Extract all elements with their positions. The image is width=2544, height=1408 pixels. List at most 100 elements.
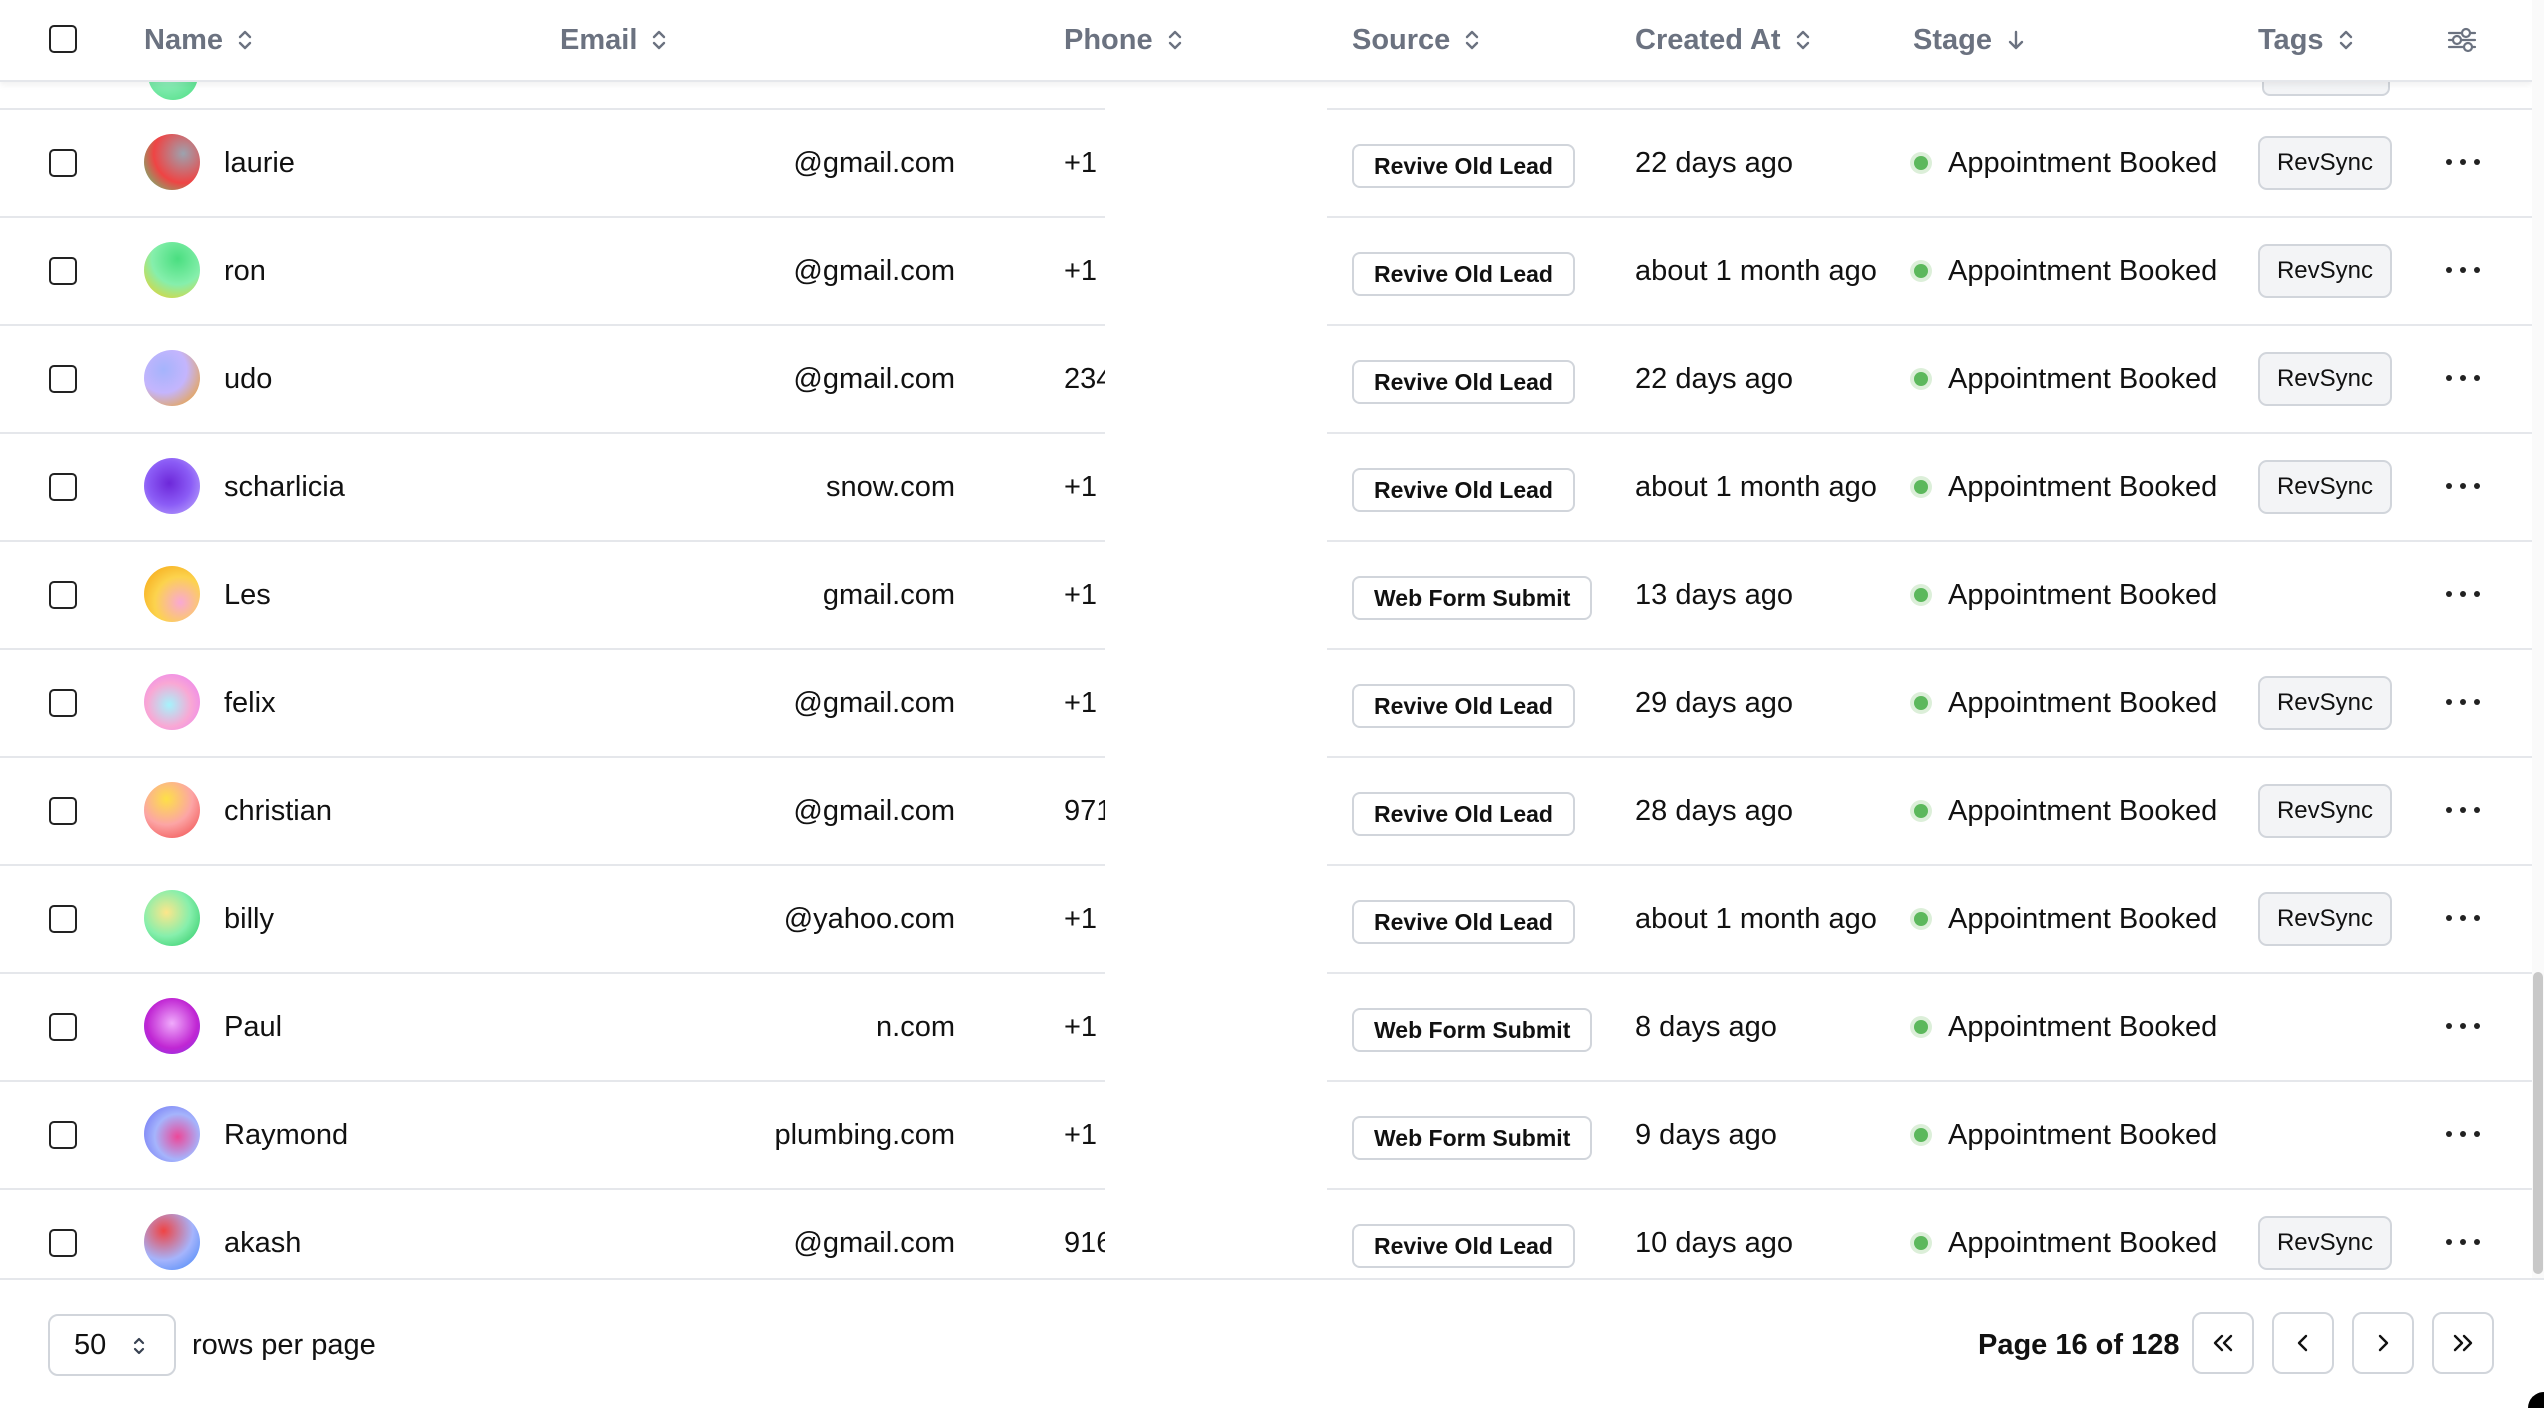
contact-name[interactable]: christian (224, 758, 332, 864)
contact-name[interactable]: akash (224, 1190, 301, 1278)
table-header: Name Email Phone Source Created At Stage… (0, 0, 2532, 82)
row-checkbox[interactable] (49, 1229, 77, 1257)
row-actions-button[interactable] (2446, 690, 2480, 714)
row-checkbox[interactable] (49, 1013, 77, 1041)
rows-per-page-select[interactable]: 50 (48, 1314, 176, 1376)
column-settings-button[interactable] (2446, 0, 2478, 80)
source-badge: Revive Old Lead (1352, 252, 1575, 296)
contact-phone: +1 (1064, 902, 1098, 935)
source-badge: Web Form Submit (1352, 1008, 1593, 1052)
previous-page-button[interactable] (2272, 1312, 2334, 1374)
last-page-button[interactable] (2432, 1312, 2494, 1374)
column-header-source[interactable]: Source (1352, 0, 1480, 80)
scrollbar-thumb[interactable] (2533, 972, 2543, 1274)
row-checkbox[interactable] (49, 149, 77, 177)
tag-badge: RevSync (2258, 784, 2392, 838)
contacts-table: Name Email Phone Source Created At Stage… (0, 0, 2532, 1278)
column-header-created-at-label: Created At (1635, 23, 1781, 56)
row-actions-button[interactable] (2446, 366, 2480, 390)
column-header-email-label: Email (560, 23, 638, 56)
avatar (144, 1106, 200, 1162)
row-actions-button[interactable] (2446, 474, 2480, 498)
row-actions-button[interactable] (2446, 1230, 2480, 1254)
stage-status-dot (1914, 480, 1928, 494)
avatar (144, 890, 200, 946)
chevrons-right-icon (2453, 1334, 2473, 1352)
contact-name[interactable]: Raymond (224, 1082, 348, 1188)
more-dot-icon (2446, 807, 2452, 813)
column-header-email[interactable]: Email (560, 0, 667, 80)
column-header-phone[interactable]: Phone (1064, 0, 1183, 80)
more-dot-icon (2474, 375, 2480, 381)
more-dot-icon (2460, 591, 2466, 597)
stage-status-dot (1914, 1128, 1928, 1142)
select-all-checkbox[interactable] (49, 25, 77, 53)
contact-name[interactable]: ron (224, 218, 266, 324)
row-checkbox[interactable] (49, 1121, 77, 1149)
row-checkbox[interactable] (49, 905, 77, 933)
row-actions-button[interactable] (2446, 798, 2480, 822)
contact-email: n.com (876, 1010, 955, 1043)
source-badge: Web Form Submit (1352, 576, 1593, 620)
source-badge: Revive Old Lead (1352, 144, 1575, 188)
more-dot-icon (2460, 159, 2466, 165)
column-header-stage[interactable]: Stage (1913, 0, 2026, 80)
row-actions-button[interactable] (2446, 582, 2480, 606)
more-dot-icon (2474, 267, 2480, 273)
contact-phone: 916 (1064, 1226, 1106, 1259)
row-actions-button[interactable] (2446, 1014, 2480, 1038)
contact-email: gmail.com (822, 578, 955, 611)
contact-email: plumbing.com (774, 1118, 955, 1151)
contact-email: @gmail.com (793, 794, 955, 827)
chevrons-left-icon (2213, 1334, 2233, 1352)
row-checkbox[interactable] (49, 581, 77, 609)
row-checkbox[interactable] (49, 257, 77, 285)
pagination-footer: 50 rows per page Page 16 of 128 (0, 1278, 2544, 1408)
contact-phone: +1 (1064, 146, 1098, 179)
row-checkbox[interactable] (49, 797, 77, 825)
column-header-created-at[interactable]: Created At (1635, 0, 1811, 80)
avatar (144, 1214, 200, 1270)
row-actions-button[interactable] (2446, 906, 2480, 930)
contact-name[interactable]: felix (224, 650, 276, 756)
chevron-right-icon (2378, 1334, 2389, 1352)
tag-badge: RevSync (2258, 1216, 2392, 1270)
row-actions-button[interactable] (2446, 150, 2480, 174)
created-at: 22 days ago (1635, 362, 1794, 395)
column-header-tags[interactable]: Tags (2258, 0, 2354, 80)
contact-name[interactable]: udo (224, 326, 272, 432)
first-page-button[interactable] (2192, 1312, 2254, 1374)
more-dot-icon (2446, 1023, 2452, 1029)
sort-descending-icon (2008, 30, 2024, 50)
column-header-name[interactable]: Name (144, 0, 253, 80)
row-actions-button[interactable] (2446, 1122, 2480, 1146)
column-gap (1105, 80, 1327, 1276)
row-actions-button[interactable] (2446, 258, 2480, 282)
source-badge: Revive Old Lead (1352, 900, 1575, 944)
next-page-button[interactable] (2352, 1312, 2414, 1374)
row-checkbox[interactable] (49, 689, 77, 717)
stage-label: Appointment Booked (1948, 1226, 2218, 1259)
stage-status-dot (1914, 156, 1928, 170)
stage-label: Appointment Booked (1948, 686, 2218, 719)
contact-email: @gmail.com (793, 146, 955, 179)
contact-phone: +1 (1064, 1010, 1098, 1043)
chevron-up-down-icon (133, 1337, 145, 1355)
stage-label: Appointment Booked (1948, 1118, 2218, 1151)
contact-name[interactable]: billy (224, 866, 274, 972)
contact-name[interactable]: laurie (224, 110, 295, 216)
row-checkbox[interactable] (49, 473, 77, 501)
created-at: 8 days ago (1635, 1010, 1777, 1043)
page-indicator: Page 16 of 128 (1978, 1328, 2180, 1361)
tag-badge: RevSync (2258, 136, 2392, 190)
more-dot-icon (2446, 375, 2452, 381)
contact-phone: +1 (1064, 1118, 1098, 1151)
row-checkbox[interactable] (49, 365, 77, 393)
more-dot-icon (2474, 1239, 2480, 1245)
rows-per-page-label: rows per page (192, 1328, 376, 1361)
contact-name[interactable]: Les (224, 542, 271, 648)
contact-name[interactable]: Paul (224, 974, 282, 1080)
source-badge: Revive Old Lead (1352, 360, 1575, 404)
column-header-tags-label: Tags (2258, 23, 2324, 56)
contact-name[interactable]: scharlicia (224, 434, 345, 540)
